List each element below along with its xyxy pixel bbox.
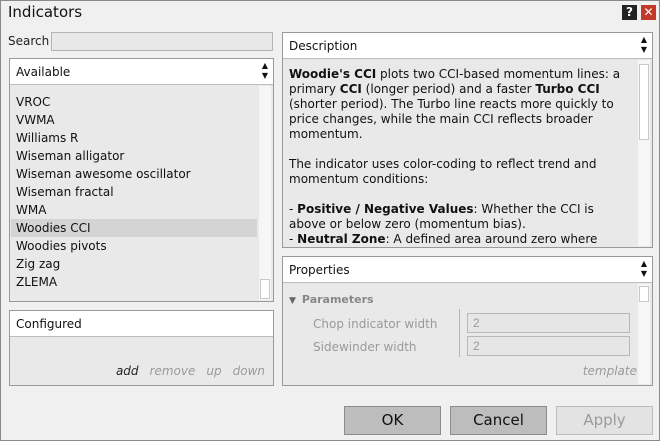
description-text: (shorter period). The Turbo line reacts … — [289, 97, 614, 141]
sidewinder-width-label: Sidewinder width — [313, 340, 417, 354]
configured-header-label: Configured — [16, 317, 82, 331]
properties-scroll-arrows-icon[interactable]: ▲ ▼ — [639, 259, 649, 281]
list-item[interactable]: Wiseman awesome oscillator — [11, 165, 257, 183]
description-term: Woodie's CCI — [289, 67, 377, 81]
parameters-group-label: Parameters — [301, 293, 374, 306]
available-header[interactable]: Available ▲ ▼ — [10, 59, 273, 85]
apply-button[interactable]: Apply — [556, 406, 653, 435]
description-term: CCI — [339, 82, 362, 96]
available-list: VROC VWMA Williams R Wiseman alligator Wisem… — [11, 93, 257, 291]
properties-scroll-thumb[interactable] — [639, 286, 649, 302]
available-panel: Available ▲ ▼ VROC VWMA Williams R Wiseman a… — [9, 58, 274, 302]
sort-arrows-icon[interactable]: ▲ ▼ — [260, 61, 270, 83]
description-term: Positive / Negative Values — [297, 202, 474, 216]
configured-actions: add remove up down — [10, 364, 265, 378]
template-link[interactable]: template — [583, 364, 637, 378]
list-item[interactable]: Wiseman fractal — [11, 183, 257, 201]
available-scrollbar[interactable] — [259, 86, 271, 300]
parameters-group[interactable]: ▼ Parameters — [289, 293, 374, 306]
title-bar: Indicators ? ✕ — [1, 1, 659, 25]
window-title: Indicators — [8, 3, 83, 21]
configured-header: Configured — [10, 311, 273, 337]
list-item[interactable]: Zig zag — [11, 255, 257, 273]
cancel-button[interactable]: Cancel — [450, 406, 547, 435]
description-header-label: Description — [289, 39, 358, 53]
available-scroll-thumb[interactable] — [260, 279, 270, 299]
description-header: Description ▲ ▼ — [283, 33, 652, 59]
properties-divider — [459, 309, 460, 357]
list-item[interactable]: Wiseman alligator — [11, 147, 257, 165]
description-paragraph: - Neutral Zone: A defined area around ze… — [289, 232, 623, 247]
close-icon[interactable]: ✕ — [641, 5, 656, 20]
description-text: - — [289, 202, 298, 216]
properties-header-label: Properties — [289, 263, 350, 277]
description-body: Woodie's CCI plots two CCI-based momentu… — [289, 67, 623, 247]
description-paragraph: - Positive / Negative Values: Whether th… — [289, 202, 623, 232]
description-panel: Description ▲ ▼ Woodie's CCI plots two CC… — [282, 32, 653, 248]
down-action-link[interactable]: down — [233, 364, 265, 378]
list-item[interactable]: VROC — [11, 93, 257, 111]
chop-indicator-width-label: Chop indicator width — [313, 317, 438, 331]
properties-scrollbar[interactable] — [638, 284, 650, 384]
list-item[interactable]: VWMA — [11, 111, 257, 129]
add-action-link[interactable]: add — [116, 364, 139, 378]
chop-indicator-width-field[interactable] — [467, 313, 630, 333]
help-icon[interactable]: ? — [622, 5, 637, 20]
indicators-dialog: Indicators ? ✕ Search Available ▲ ▼ VROC V… — [0, 0, 660, 441]
list-item[interactable]: Woodies pivots — [11, 237, 257, 255]
description-scrollbar[interactable] — [638, 60, 650, 246]
sidewinder-width-field[interactable] — [467, 336, 630, 356]
ok-button[interactable]: OK — [344, 406, 441, 435]
list-item[interactable]: Woodies CCI — [11, 219, 257, 237]
description-term: Turbo CCI — [535, 82, 600, 96]
description-scroll-thumb[interactable] — [639, 64, 649, 140]
remove-action-link[interactable]: remove — [150, 364, 196, 378]
up-action-link[interactable]: up — [206, 364, 221, 378]
list-item[interactable]: Williams R — [11, 129, 257, 147]
description-viewport: Woodie's CCI plots two CCI-based momentu… — [283, 60, 652, 247]
configured-panel: Configured add remove up down — [9, 310, 274, 386]
list-item[interactable]: ZLEMA — [11, 273, 257, 291]
properties-header: Properties ▲ ▼ — [283, 257, 652, 283]
search-label: Search — [8, 34, 50, 48]
description-paragraph: The indicator uses color-coding to refle… — [289, 157, 597, 186]
search-input[interactable] — [51, 32, 273, 51]
description-paragraph: Woodie's CCI plots two CCI-based momentu… — [289, 67, 623, 142]
list-item[interactable]: WMA — [11, 201, 257, 219]
description-text: (longer period) and a faster — [361, 82, 536, 96]
description-text: - — [289, 232, 298, 246]
description-scroll-arrows-icon[interactable]: ▲ ▼ — [639, 35, 649, 57]
available-header-label: Available — [16, 65, 71, 79]
collapse-triangle-icon: ▼ — [289, 296, 296, 306]
description-term: Neutral Zone — [297, 232, 386, 246]
properties-panel: Properties ▲ ▼ ▼ Parameters Chop indicator… — [282, 256, 653, 386]
